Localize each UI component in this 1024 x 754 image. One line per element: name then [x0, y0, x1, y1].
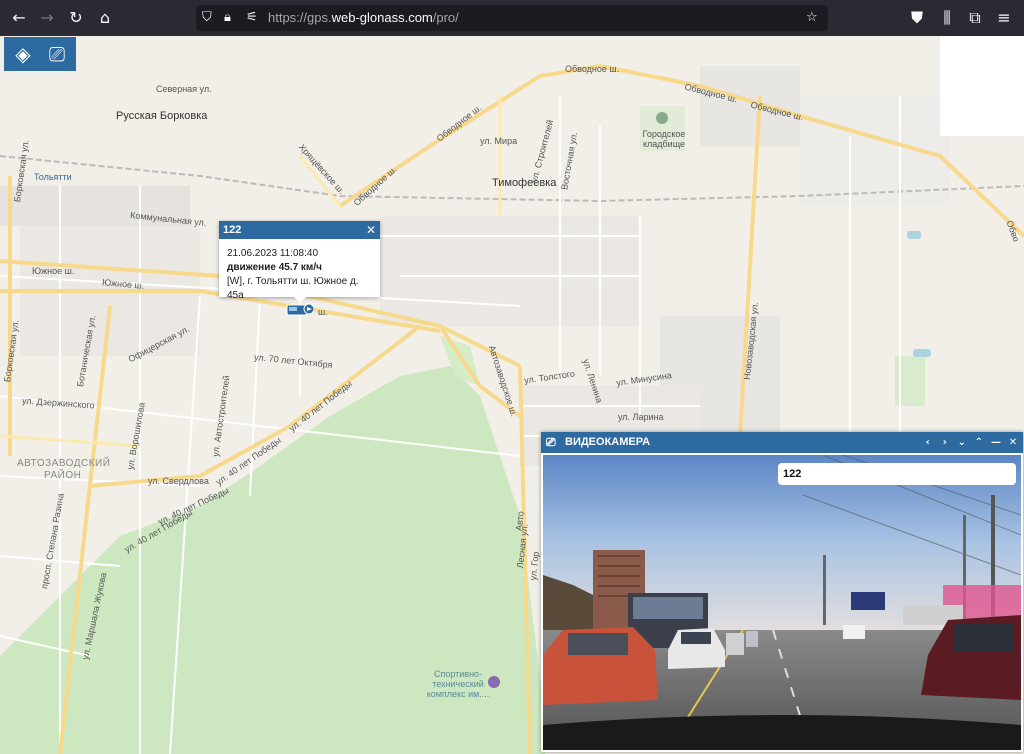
shield-icon[interactable]: ⛉: [202, 5, 212, 31]
camera-video-frame: 122: [543, 455, 1021, 750]
menu-icon[interactable]: ≡: [992, 6, 1016, 30]
collapse-up-button[interactable]: ⌃: [972, 432, 986, 453]
back-arrow-icon[interactable]: ←: [7, 6, 31, 30]
address-bar[interactable]: ⛉ 🔒︎ ⚟ https://gps.web-glonass.com/pro/ …: [196, 5, 828, 31]
bookmark-star-icon[interactable]: ☆: [806, 5, 818, 31]
street-label: ул. Ларина: [618, 412, 664, 422]
url-prefix: https://gps.: [268, 10, 332, 25]
forward-arrow-icon[interactable]: →: [35, 6, 59, 30]
url-text[interactable]: https://gps.web-glonass.com/pro/: [268, 5, 459, 31]
sport-pin-icon: [488, 676, 500, 688]
prev-camera-button[interactable]: ‹: [921, 432, 935, 453]
permissions-icon[interactable]: ⚟: [246, 5, 258, 31]
camera-overlay-label: 122: [778, 463, 1016, 485]
reload-icon[interactable]: ↻: [64, 6, 88, 30]
street-label: ул. Мира: [480, 136, 518, 146]
street-label: Авто: [513, 510, 526, 532]
video-camera-icon[interactable]: ⎚: [42, 42, 72, 66]
dashcam-scene-image: [543, 455, 1021, 750]
lock-icon[interactable]: 🔒︎: [224, 5, 231, 31]
browser-toolbar: ← → ↻ ⌂ ⛉ 🔒︎ ⚟ https://gps.web-glonass.c…: [0, 0, 1024, 36]
url-host: web-glonass.com: [331, 10, 433, 25]
close-panel-button[interactable]: ✕: [1006, 432, 1020, 453]
extensions-icon[interactable]: ⧉: [963, 6, 987, 30]
map-layer-controls: ◈ ⎚: [4, 37, 76, 71]
vehicle-popup: 122 ✕ 21.06.2023 11:08:40 движение 45.7 …: [219, 221, 380, 303]
street-label: Обводное ш.: [565, 64, 620, 74]
street-label: ш.: [318, 307, 328, 317]
cemetery-pin-icon: [656, 112, 668, 124]
map-label-russkaya-borkovka: Русская Борковка: [116, 110, 208, 122]
street-label: Северная ул.: [156, 84, 212, 94]
popup-close-icon[interactable]: ✕: [366, 221, 376, 239]
expand-down-button[interactable]: ⌄: [955, 432, 969, 453]
map-label-district-word: РАЙОН: [44, 470, 82, 481]
home-icon[interactable]: ⌂: [93, 6, 117, 30]
street-label: ул. Свердлова: [148, 476, 209, 486]
popup-status: движение 45.7 км/ч: [227, 262, 322, 273]
map-label-district-name: АВТОЗАВОДСКИЙ: [17, 458, 111, 469]
map-label-sport-complex: Спортивно-технический комплекс им....: [426, 669, 490, 699]
popup-title: 122: [223, 224, 242, 236]
minimize-button[interactable]: —: [989, 432, 1003, 453]
map-label-cemetery: Городское кладбище: [642, 129, 686, 149]
url-path: /pro/: [432, 10, 459, 25]
camera-panel-title: ВИДЕОКАМЕРА: [565, 436, 651, 448]
popup-datetime: 21.06.2023 11:08:40: [227, 248, 319, 259]
map-label-timofeevka: Тимофеевка: [492, 177, 557, 189]
pocket-icon[interactable]: ⛊: [905, 6, 929, 30]
library-icon[interactable]: ⫼: [935, 6, 959, 30]
layers-icon[interactable]: ◈: [8, 42, 38, 66]
video-camera-icon: ⎚: [546, 435, 556, 449]
next-camera-button[interactable]: ›: [938, 432, 952, 453]
video-camera-panel: ⎚ ВИДЕОКАМЕРА ‹ › ⌄ ⌃ — ✕ 122: [541, 432, 1023, 752]
street-label: Южное ш.: [32, 266, 75, 276]
map-label-togliatti-station: Тольятти: [34, 172, 72, 182]
camera-panel-header[interactable]: ⎚ ВИДЕОКАМЕРА ‹ › ⌄ ⌃ — ✕: [541, 432, 1023, 453]
popup-header: 122 ✕: [219, 221, 380, 239]
